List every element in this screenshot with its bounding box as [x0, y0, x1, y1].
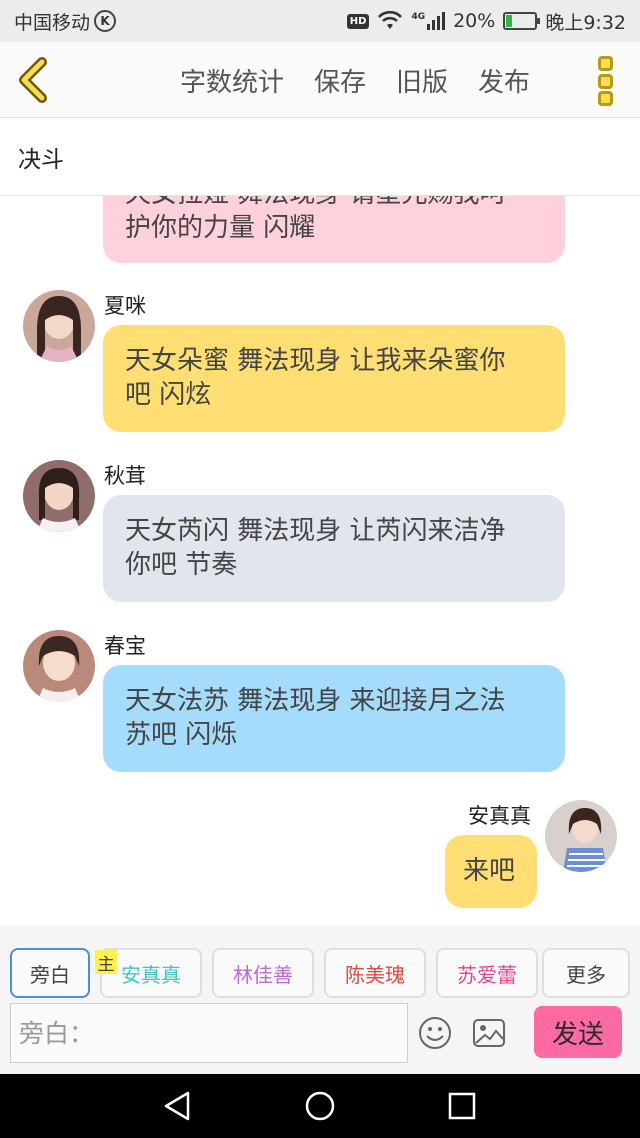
clock: 晚上9:32 — [545, 11, 626, 34]
publish-button[interactable]: 发布 — [478, 62, 530, 99]
composer: 发送 — [0, 998, 640, 1074]
avatar[interactable] — [23, 630, 95, 702]
message-bubble[interactable]: 天女朵蜜 舞法现身 让我来朵蜜你 吧 闪炫 — [103, 325, 565, 432]
message-text-line: 你吧 节奏 — [125, 550, 238, 580]
message-bubble[interactable]: 来吧 — [445, 835, 537, 908]
carrier-name: 中国移动 — [14, 11, 91, 34]
hd-badge: HD — [346, 13, 370, 29]
speaker-name: 春宝 — [104, 634, 146, 658]
signal-icon: 4G — [411, 12, 446, 30]
old-version-button[interactable]: 旧版 — [396, 62, 448, 99]
back-button[interactable] — [14, 56, 58, 104]
save-button[interactable]: 保存 — [314, 62, 366, 99]
carrier-badge-icon: K — [94, 10, 117, 32]
avatar[interactable] — [23, 460, 95, 532]
status-right: HD 4G 20% 晚上9:32 — [346, 8, 626, 35]
nav-recents-icon — [448, 1092, 476, 1120]
character-lin-jiashan[interactable]: 林佳善 — [212, 948, 314, 998]
image-icon — [473, 1019, 505, 1047]
wifi-icon — [378, 11, 403, 29]
nav-back-button[interactable] — [160, 1088, 196, 1124]
editor-toolbar: 字数统计 保存 旧版 发布 — [0, 42, 640, 118]
battery-percent: 20% — [453, 10, 496, 32]
message-bubble[interactable]: 天女芮闪 舞法现身 让芮闪来洁净 你吧 节奏 — [103, 495, 565, 602]
word-count-button[interactable]: 字数统计 — [180, 62, 284, 99]
avatar-image — [23, 630, 95, 702]
more-characters-button[interactable]: 更多 — [542, 948, 630, 998]
image-button[interactable] — [472, 1018, 506, 1048]
more-dot — [597, 56, 613, 71]
system-nav-bar — [0, 1074, 640, 1138]
speaker-name: 安真真 — [468, 804, 531, 828]
message-bubble[interactable]: 天女拉娅 舞法现身 请星光赐我呵 护你的力量 闪耀 — [103, 196, 565, 263]
character-narrator[interactable]: 旁白 — [10, 948, 90, 998]
speaker-name: 秋茸 — [104, 464, 146, 488]
character-su-ailei[interactable]: 苏爱蕾 — [436, 948, 538, 998]
message-text-line: 吧 闪炫 — [125, 380, 212, 410]
message-text-line: 天女法苏 舞法现身 来迎接月之法 — [125, 686, 506, 716]
avatar-image — [23, 290, 95, 362]
message-text-line: 天女朵蜜 舞法现身 让我来朵蜜你 — [125, 346, 506, 376]
character-label: 陈美瑰 — [345, 962, 405, 987]
avatar-image — [545, 800, 617, 872]
character-label: 苏爱蕾 — [457, 962, 517, 987]
avatar[interactable] — [545, 800, 617, 872]
nav-back-icon — [164, 1091, 190, 1121]
speaker-name: 夏咪 — [104, 294, 146, 318]
send-button[interactable]: 发送 — [534, 1006, 622, 1058]
more-vertical-icon[interactable] — [594, 56, 616, 106]
status-bar: 中国移动 K HD 4G 20% 晚上9:32 — [0, 0, 640, 42]
avatar-image — [23, 460, 95, 532]
status-left: 中国移动 K — [14, 8, 117, 35]
nav-home-button[interactable] — [302, 1088, 338, 1124]
character-chen-meigui[interactable]: 陈美瑰 — [324, 948, 426, 998]
message-text-line: 天女拉娅 舞法现身 请星光赐我呵 — [125, 196, 543, 211]
message-input[interactable] — [10, 1003, 408, 1063]
more-dot — [597, 73, 613, 89]
message-text-line: 苏吧 闪烁 — [125, 720, 238, 750]
character-label: 旁白 — [30, 962, 70, 987]
message-bubble[interactable]: 天女法苏 舞法现身 来迎接月之法 苏吧 闪烁 — [103, 665, 565, 772]
character-label: 安真真 — [121, 962, 181, 987]
emoji-button[interactable] — [418, 1016, 452, 1050]
message-text-line: 天女芮闪 舞法现身 让芮闪来洁净 — [125, 516, 506, 546]
avatar[interactable] — [23, 290, 95, 362]
chevron-left-icon — [19, 57, 47, 103]
story-title-text: 决斗 — [18, 146, 64, 173]
story-title[interactable]: 决斗 — [0, 118, 640, 196]
nav-home-icon — [305, 1091, 335, 1121]
battery-icon — [503, 12, 541, 30]
chat-area[interactable]: 天女拉娅 舞法现身 请星光赐我呵 护你的力量 闪耀 夏咪 天女朵蜜 舞法现身 让… — [0, 196, 640, 926]
emoji-icon — [419, 1017, 451, 1049]
nav-recents-button[interactable] — [444, 1088, 480, 1124]
network-type: 4G — [411, 12, 426, 22]
character-label: 林佳善 — [233, 962, 293, 987]
battery-level — [506, 15, 512, 27]
lead-role-tag: 主 — [95, 950, 117, 975]
toolbar-actions: 字数统计 保存 旧版 发布 — [180, 42, 560, 118]
message-text-line: 护你的力量 闪耀 — [125, 213, 316, 243]
message-text-line: 来吧 — [463, 856, 516, 886]
more-dot — [597, 91, 613, 106]
character-label: 更多 — [566, 962, 606, 987]
